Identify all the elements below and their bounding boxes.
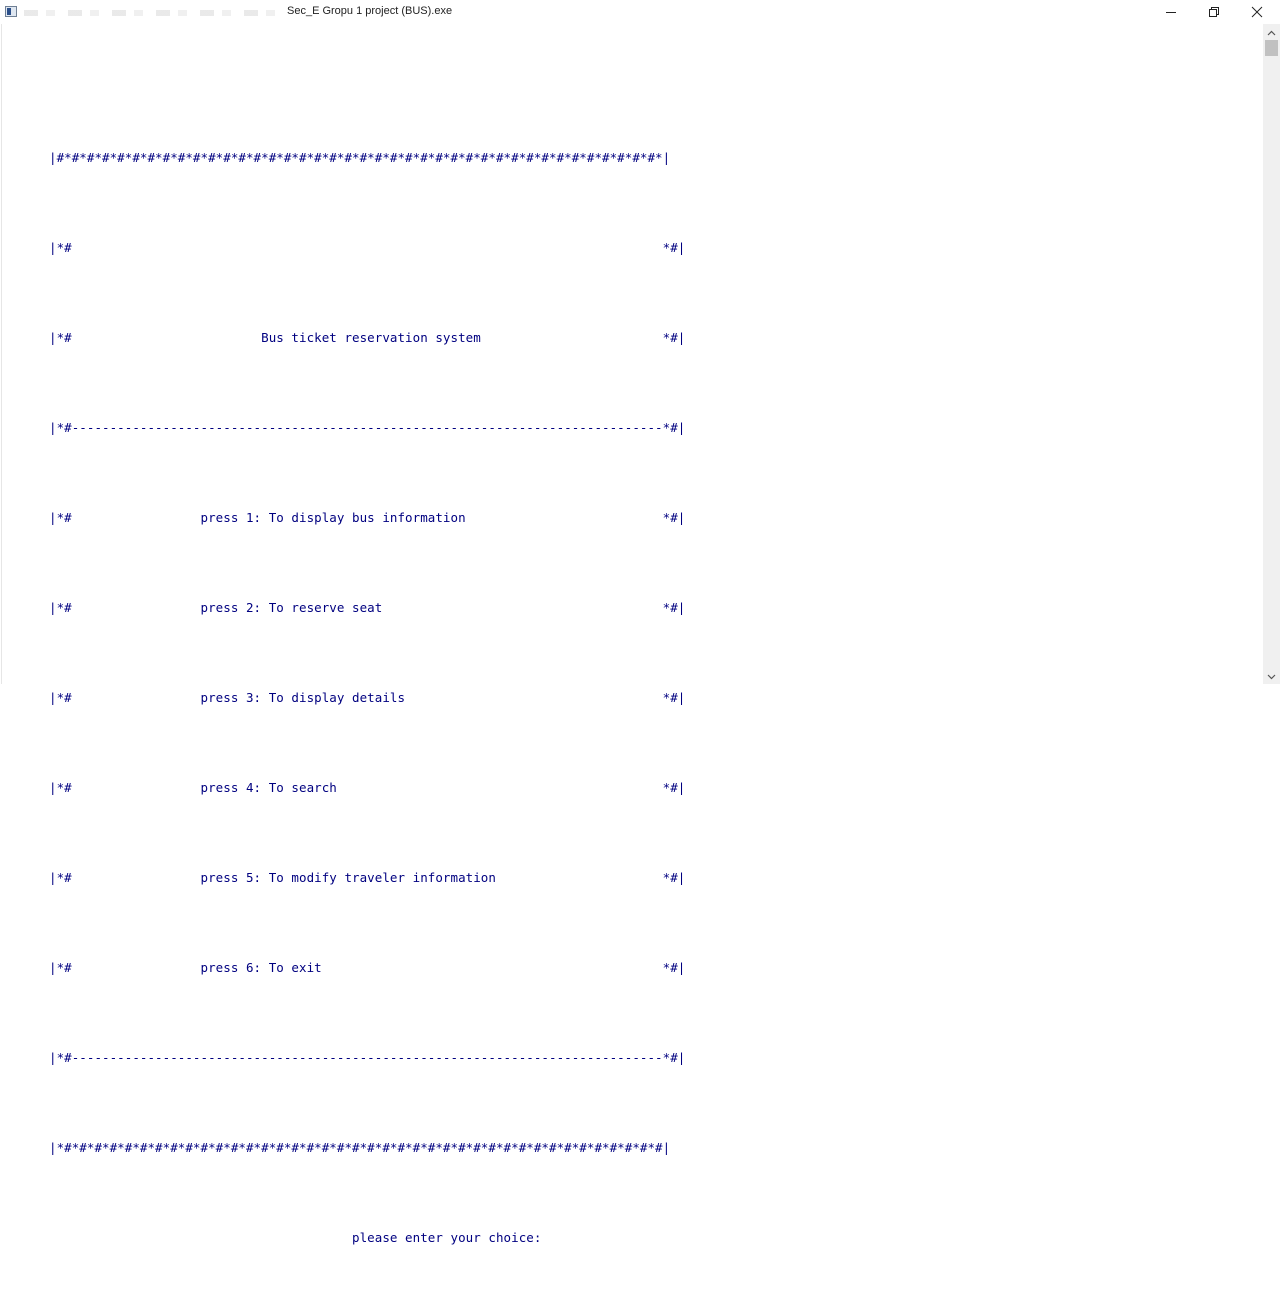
- console-heading: |*# Bus ticket reservation system *#|: [49, 330, 686, 345]
- chevron-down-icon: [1267, 674, 1276, 680]
- scroll-up-button[interactable]: [1263, 26, 1280, 40]
- minimize-button[interactable]: [1149, 0, 1193, 24]
- title-bar[interactable]: Sec_E Gropu 1 project (BUS).exe: [0, 0, 1280, 24]
- menu-option-4: |*# press 4: To search *#|: [49, 780, 686, 795]
- window-title: Sec_E Gropu 1 project (BUS).exe: [287, 5, 453, 17]
- console-blank-row: |*# *#|: [49, 240, 686, 255]
- minimize-icon: [1166, 12, 1176, 13]
- chevron-up-icon: [1267, 30, 1276, 36]
- console-output-area[interactable]: |#*#*#*#*#*#*#*#*#*#*#*#*#*#*#*#*#*#*#*#…: [1, 24, 1264, 1245]
- console-border-top: |#*#*#*#*#*#*#*#*#*#*#*#*#*#*#*#*#*#*#*#…: [49, 150, 671, 165]
- menu-option-5: |*# press 5: To modify traveler informat…: [49, 870, 686, 885]
- console-divider: |*#-------------------------------------…: [49, 420, 686, 435]
- close-button[interactable]: [1235, 0, 1279, 24]
- console-text: |#*#*#*#*#*#*#*#*#*#*#*#*#*#*#*#*#*#*#*#…: [49, 83, 685, 1313]
- restore-icon: [1209, 7, 1219, 17]
- restore-button[interactable]: [1192, 0, 1236, 24]
- vertical-scrollbar[interactable]: [1263, 24, 1280, 684]
- menu-option-3: |*# press 3: To display details *#|: [49, 690, 686, 705]
- menu-option-2: |*# press 2: To reserve seat *#|: [49, 600, 686, 615]
- choice-prompt: please enter your choice:: [49, 1230, 542, 1245]
- console-divider-bottom: |*#-------------------------------------…: [49, 1050, 686, 1065]
- redacted-title-path: [24, 10, 286, 16]
- menu-option-1: |*# press 1: To display bus information …: [49, 510, 686, 525]
- console-app-icon[interactable]: [5, 6, 17, 17]
- console-border-bottom: |*#*#*#*#*#*#*#*#*#*#*#*#*#*#*#*#*#*#*#*…: [49, 1140, 671, 1155]
- scrollbar-thumb[interactable]: [1265, 40, 1278, 56]
- close-icon: [1251, 6, 1263, 18]
- menu-option-6: |*# press 6: To exit *#|: [49, 960, 686, 975]
- scroll-down-button[interactable]: [1263, 670, 1280, 684]
- console-window: Sec_E Gropu 1 project (BUS).exe |#*#*#*#…: [0, 0, 1280, 1245]
